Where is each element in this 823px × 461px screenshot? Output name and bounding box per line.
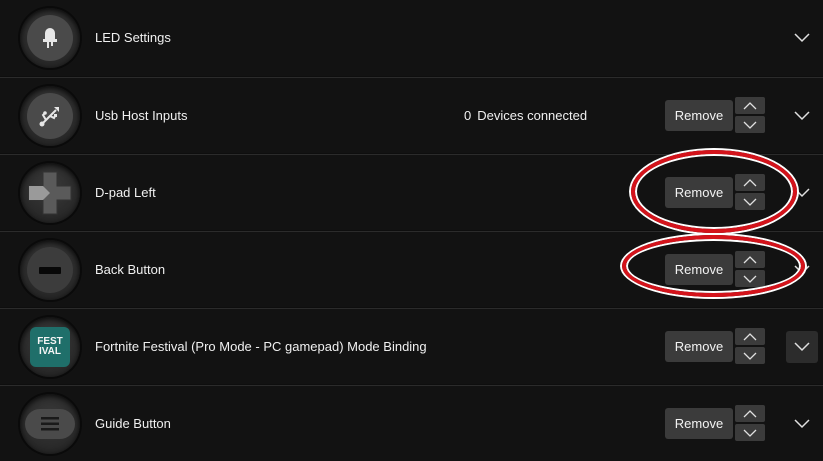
move-down-button[interactable] — [735, 116, 765, 133]
move-up-button[interactable] — [735, 174, 765, 191]
chevron-up-icon — [743, 332, 757, 340]
chevron-down-icon — [743, 275, 757, 283]
guide-button-icon — [20, 394, 80, 454]
move-up-button[interactable] — [735, 328, 765, 345]
device-count: 0 — [464, 108, 472, 123]
move-up-button[interactable] — [735, 97, 765, 114]
bindings-list: LED Settings Usb Host Inputs 0Devices c — [0, 0, 823, 461]
move-down-button[interactable] — [735, 270, 765, 287]
row-label: Guide Button — [95, 416, 171, 431]
move-up-button[interactable] — [735, 251, 765, 268]
row-label: Usb Host Inputs — [95, 108, 188, 123]
chevron-down-icon[interactable] — [786, 408, 818, 440]
remove-button[interactable]: Remove — [665, 254, 733, 285]
remove-button[interactable]: Remove — [665, 331, 733, 362]
row-label: Back Button — [95, 262, 166, 277]
chevron-down-icon[interactable] — [786, 22, 818, 54]
chevron-down-icon — [743, 198, 757, 206]
row-label: Fortnite Festival (Pro Mode - PC gamepad… — [95, 339, 427, 354]
row-guide-button[interactable]: Guide Button Remove — [0, 385, 823, 461]
row-label: D-pad Left — [95, 185, 156, 200]
row-fortnite-festival-binding[interactable]: FEST IVAL Fortnite Festival (Pro Mode - … — [0, 308, 823, 384]
remove-button[interactable]: Remove — [665, 100, 733, 131]
chevron-down-icon[interactable] — [786, 100, 818, 132]
row-back-button[interactable]: Back Button Remove — [0, 231, 823, 307]
dpad-icon — [20, 163, 80, 223]
devices-connected-status: 0 Devices connected — [464, 108, 587, 123]
back-button-icon — [20, 240, 80, 300]
device-status-text: Devices connected — [477, 108, 588, 123]
chevron-down-icon — [743, 352, 757, 360]
move-down-button[interactable] — [735, 347, 765, 364]
remove-button[interactable]: Remove — [665, 177, 733, 208]
usb-icon — [20, 86, 80, 146]
chevron-down-icon[interactable] — [786, 177, 818, 209]
chevron-up-icon — [743, 101, 757, 109]
move-up-button[interactable] — [735, 405, 765, 422]
row-label: LED Settings — [95, 30, 171, 45]
remove-button[interactable]: Remove — [665, 408, 733, 439]
move-down-button[interactable] — [735, 193, 765, 210]
fortnite-festival-logo: FEST IVAL — [20, 317, 80, 377]
chevron-down-icon[interactable] — [786, 254, 818, 286]
chevron-down-icon[interactable] — [786, 331, 818, 363]
chevron-down-icon — [743, 121, 757, 129]
chevron-up-icon — [743, 255, 757, 263]
led-icon — [20, 8, 80, 68]
chevron-up-icon — [743, 409, 757, 417]
row-led-settings[interactable]: LED Settings — [0, 0, 823, 76]
chevron-up-icon — [743, 178, 757, 186]
chevron-down-icon — [743, 429, 757, 437]
row-dpad-left[interactable]: D-pad Left Remove — [0, 154, 823, 230]
row-usb-host-inputs[interactable]: Usb Host Inputs 0 Devices connected Remov… — [0, 77, 823, 153]
move-down-button[interactable] — [735, 424, 765, 441]
